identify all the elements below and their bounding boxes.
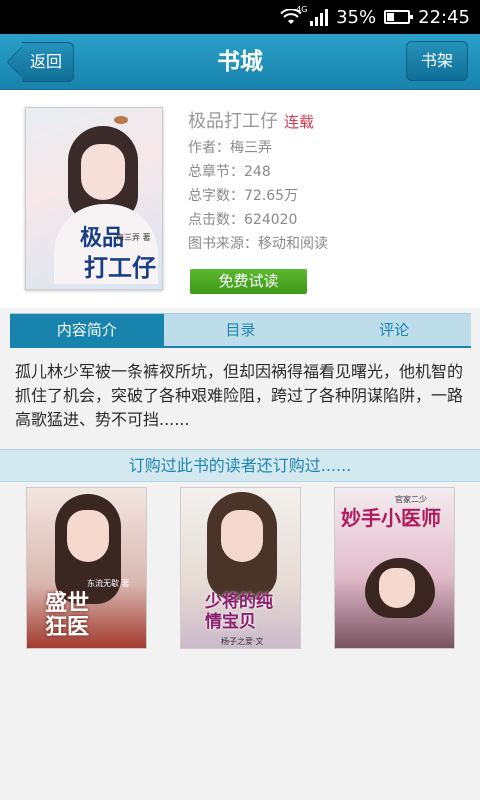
recommended-book-title: 少将的纯情宝贝 <box>205 592 273 632</box>
recommended-book-cover[interactable]: 东流无歇 著 盛世狂医 <box>26 487 147 649</box>
book-word-count: 总字数：72.65万 <box>188 188 299 204</box>
recommended-book-author: 杨子之爱·文 <box>221 637 264 646</box>
back-button[interactable]: 返回 <box>6 42 74 82</box>
network-type: 4G <box>296 5 308 14</box>
tab-introduction[interactable]: 内容简介 <box>10 314 164 346</box>
book-click-count: 点击数：624020 <box>188 212 298 228</box>
recommended-book-cover[interactable]: 官家二少 妙手小医师 <box>334 487 455 649</box>
book-meta: 极品打工仔 连载 作者：梅三弄 总章节：248 总字数：72.65万 点击数：62… <box>188 108 328 256</box>
detail-tabs: 内容简介 目录 评论 <box>10 313 471 348</box>
battery-icon <box>384 10 414 24</box>
title-bar: 书城 返回 书架 <box>0 34 480 90</box>
recommended-book-author: 东流无歇 著 <box>87 579 130 588</box>
book-description: 孤儿林少军被一条裤衩所坑，但却因祸得福看见曙光，他机智的抓住了机会，突破了各种艰… <box>15 362 464 429</box>
serial-status-badge: 连载 <box>284 113 315 131</box>
back-button-label: 返回 <box>29 52 62 71</box>
tab-contents[interactable]: 目录 <box>164 314 318 346</box>
recommended-books: 东流无歇 著 盛世狂医 少将的纯情宝贝 杨子之爱·文 官家二少 妙手小医师 <box>0 487 480 649</box>
book-author: 作者：梅三弄 <box>188 140 272 156</box>
recommended-book-title: 妙手小医师 <box>341 506 441 530</box>
status-bar: 4G 35% 22:45 <box>0 0 480 34</box>
book-title-row: 极品打工仔 连载 <box>188 108 328 136</box>
signal-icon: 4G <box>296 5 329 26</box>
book-cover[interactable]: 极品 打工仔 梅三弄 著 <box>25 107 163 290</box>
recommended-book-cover[interactable]: 少将的纯情宝贝 杨子之爱·文 <box>180 487 301 649</box>
book-info-panel: 极品 打工仔 梅三弄 著 极品打工仔 连载 作者：梅三弄 总章节：248 总字数：… <box>0 90 480 308</box>
bookshelf-button[interactable]: 书架 <box>406 41 468 81</box>
book-chapters: 总章节：248 <box>188 164 271 180</box>
battery-percent: 35% <box>336 6 377 28</box>
free-trial-read-button[interactable]: 免费试读 <box>190 269 307 294</box>
cover-author: 梅三弄 著 <box>116 233 151 242</box>
book-title: 极品打工仔 <box>188 111 278 132</box>
book-source: 图书来源：移动和阅读 <box>188 236 328 252</box>
recommended-book-author: 官家二少 <box>395 495 427 504</box>
clock: 22:45 <box>418 6 470 28</box>
bird-illustration <box>114 116 128 124</box>
cover-title-line2: 打工仔 <box>84 254 156 282</box>
tab-comments[interactable]: 评论 <box>317 314 471 346</box>
also-bought-heading: 订购过此书的读者还订购过...... <box>0 449 480 482</box>
recommended-book-title: 盛世狂医 <box>45 591 90 640</box>
